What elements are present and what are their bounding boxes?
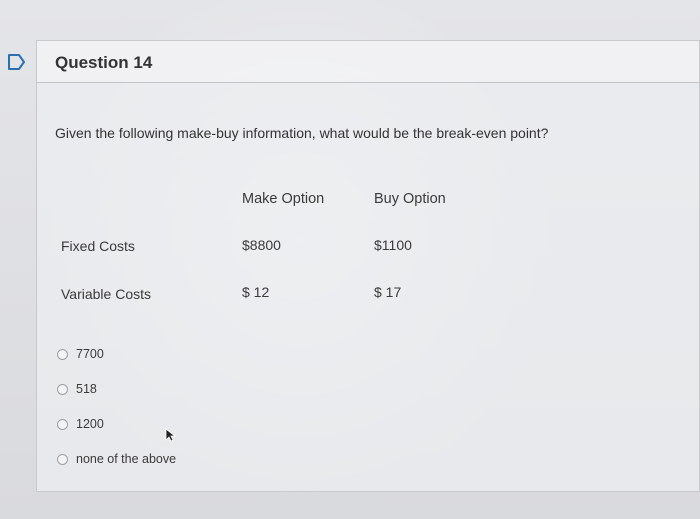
radio-button[interactable] — [57, 348, 68, 360]
radio-button[interactable] — [57, 418, 68, 430]
answer-option-518[interactable]: 518 — [57, 382, 97, 396]
row-label-variable-costs: Variable Costs — [61, 286, 152, 302]
answer-option-label: 518 — [76, 382, 97, 396]
column-header-buy: Buy Option — [374, 191, 446, 207]
radio-button[interactable] — [57, 453, 68, 465]
fixed-costs-make-value: $8800 — [242, 237, 281, 253]
question-prompt: Given the following make-buy information… — [55, 125, 549, 141]
fixed-costs-buy-value: $1100 — [374, 237, 412, 253]
question-header: Question 14 — [37, 41, 699, 83]
cursor-arrow-icon — [165, 428, 177, 442]
answer-option-label: none of the above — [76, 452, 177, 466]
variable-costs-buy-value: $ 17 — [374, 284, 402, 300]
answer-option-label: 7700 — [76, 347, 104, 361]
answer-option-1200[interactable]: 1200 — [57, 417, 104, 431]
radio-button[interactable] — [57, 383, 68, 395]
row-label-fixed-costs: Fixed Costs — [61, 238, 135, 254]
flag-icon[interactable] — [8, 54, 26, 70]
answer-option-none-of-the-above[interactable]: none of the above — [57, 452, 176, 466]
variable-costs-make-value: $ 12 — [242, 284, 270, 300]
answer-option-label: 1200 — [76, 417, 104, 431]
question-card: Question 14 Given the following make-buy… — [36, 40, 700, 492]
screen: Question 14 Given the following make-buy… — [0, 0, 700, 519]
answer-option-7700[interactable]: 7700 — [57, 347, 104, 361]
column-header-make: Make Option — [242, 191, 325, 207]
question-title: Question 14 — [55, 53, 153, 72]
